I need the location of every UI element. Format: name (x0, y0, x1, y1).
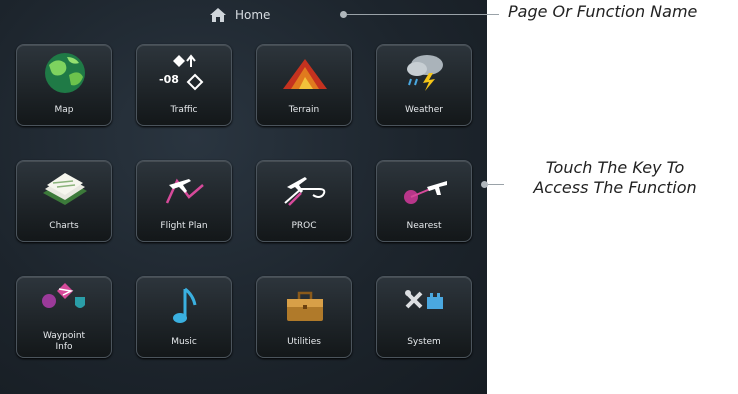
map-icon (45, 53, 85, 93)
page-name-callout-line (347, 14, 499, 15)
traffic-value: -08 (159, 73, 179, 86)
map-button[interactable]: Map (16, 44, 112, 126)
flight-plan-icon (165, 178, 204, 204)
music-button[interactable]: Music (136, 276, 232, 358)
proc-icon (284, 177, 326, 206)
music-icon (173, 287, 197, 323)
terrain-icon (283, 59, 327, 89)
proc-label: PROC (291, 221, 317, 231)
traffic-button[interactable]: -08 Traffic (136, 44, 232, 126)
utilities-icon (287, 291, 323, 321)
touch-callout-line2: Access The Function (533, 178, 697, 197)
flight-plan-button[interactable]: Flight Plan (136, 160, 232, 242)
waypoint-info-label: Waypoint Info (17, 331, 111, 353)
home-icon (210, 8, 226, 22)
weather-label: Weather (405, 105, 443, 115)
touch-callout: Touch The Key To Access The Function (510, 158, 720, 198)
touch-callout-dot (481, 181, 488, 188)
terrain-label: Terrain (288, 105, 320, 115)
system-button[interactable]: System (376, 276, 472, 358)
map-label: Map (54, 105, 74, 115)
music-label: Music (171, 337, 197, 347)
title-bar: Home (0, 0, 487, 32)
terrain-button[interactable]: Terrain (256, 44, 352, 126)
page-name-callout-dot (340, 11, 347, 18)
waypoint-label-line2: Info (55, 342, 73, 352)
system-label: System (407, 337, 441, 347)
touch-callout-line (488, 184, 504, 185)
nearest-label: Nearest (406, 221, 442, 231)
page-title: Home (235, 8, 271, 22)
charts-icon (43, 173, 87, 205)
charts-button[interactable]: Charts (16, 160, 112, 242)
nearest-icon (404, 181, 447, 204)
proc-button[interactable]: PROC (256, 160, 352, 242)
traffic-label: Traffic (170, 105, 198, 115)
home-screen: Home Map -08 Traffic Terrain Weather Cha… (0, 0, 487, 394)
system-icon (405, 290, 443, 309)
flight-plan-label: Flight Plan (160, 221, 208, 231)
nearest-button[interactable]: Nearest (376, 160, 472, 242)
waypoint-info-icon (42, 283, 85, 308)
page-name-callout: Page Or Function Name (508, 2, 698, 21)
utilities-label: Utilities (287, 337, 321, 347)
waypoint-info-button[interactable]: Waypoint Info (16, 276, 112, 358)
touch-callout-line1: Touch The Key To (545, 158, 685, 177)
charts-label: Charts (49, 221, 79, 231)
waypoint-label-line1: Waypoint (42, 331, 86, 341)
utilities-button[interactable]: Utilities (256, 276, 352, 358)
weather-button[interactable]: Weather (376, 44, 472, 126)
weather-icon (407, 55, 443, 91)
